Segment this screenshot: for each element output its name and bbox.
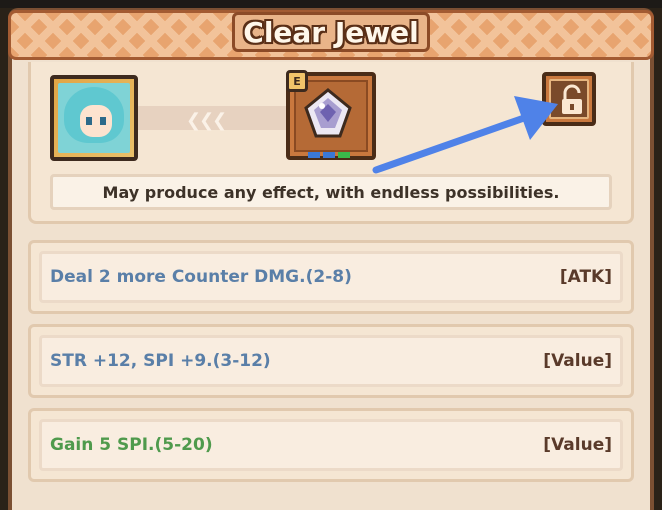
pointer-arrow-icon (372, 96, 558, 174)
